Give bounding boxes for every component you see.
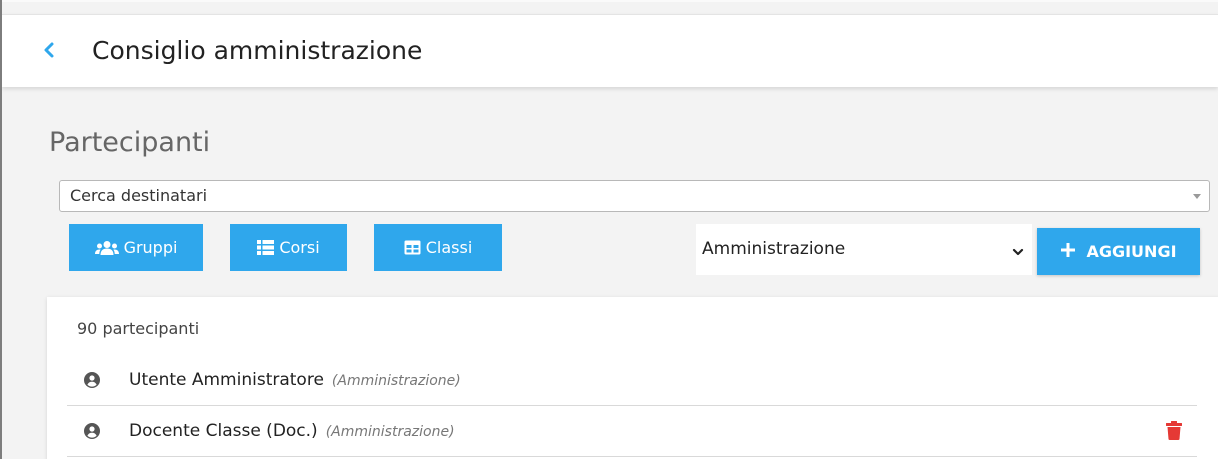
classes-button-label: Classi [425,238,473,257]
plus-icon [1060,242,1076,262]
courses-button-label: Corsi [279,238,320,257]
page-header: Consiglio amministrazione [2,14,1218,87]
role-select-value: Amministrazione [702,239,846,259]
participant-row: Docente Classe (Doc.) (Amministrazione) [67,406,1197,457]
chevron-left-icon [44,42,54,58]
participant-role: (Amministrazione) [325,424,455,440]
participant-row: Utente Amministratore (Amministrazione) [67,355,1197,406]
section-title: Partecipanti [49,127,211,158]
page-title: Consiglio amministrazione [92,36,423,65]
participant-name-text: Utente Amministratore [129,370,324,390]
list-icon [257,240,275,255]
participant-role: (Amministrazione) [331,373,461,389]
participant-name-text: Docente Classe (Doc.) [129,421,318,441]
classes-button[interactable]: Classi [374,224,502,271]
table-icon [404,240,421,255]
courses-button[interactable]: Corsi [230,224,347,271]
groups-button[interactable]: Gruppi [69,224,203,271]
participants-card: 90 partecipanti Utente Amministratore (Am… [47,297,1218,459]
recipient-search-select[interactable]: Cerca destinatari [59,180,1210,212]
trash-icon [1166,421,1182,440]
search-select-label: Cerca destinatari [70,186,208,205]
user-circle-icon [84,372,100,392]
role-select[interactable]: Amministrazione [696,224,1032,275]
participant-name: Docente Classe (Doc.) (Amministrazione) [129,406,455,457]
add-button-label: AGGIUNGI [1086,242,1177,261]
back-button[interactable] [38,35,60,65]
caret-down-icon [1193,194,1201,199]
delete-participant-button[interactable] [1166,421,1182,444]
users-icon [94,240,119,256]
participants-count: 90 partecipanti [77,319,200,338]
add-button[interactable]: AGGIUNGI [1037,228,1200,275]
app-window: Consiglio amministrazione Partecipanti C… [0,0,1218,459]
top-edge [2,0,1218,2]
chevron-down-icon [1012,243,1024,262]
participant-name: Utente Amministratore (Amministrazione) [129,355,461,406]
user-circle-icon [84,423,100,443]
groups-button-label: Gruppi [123,238,178,257]
